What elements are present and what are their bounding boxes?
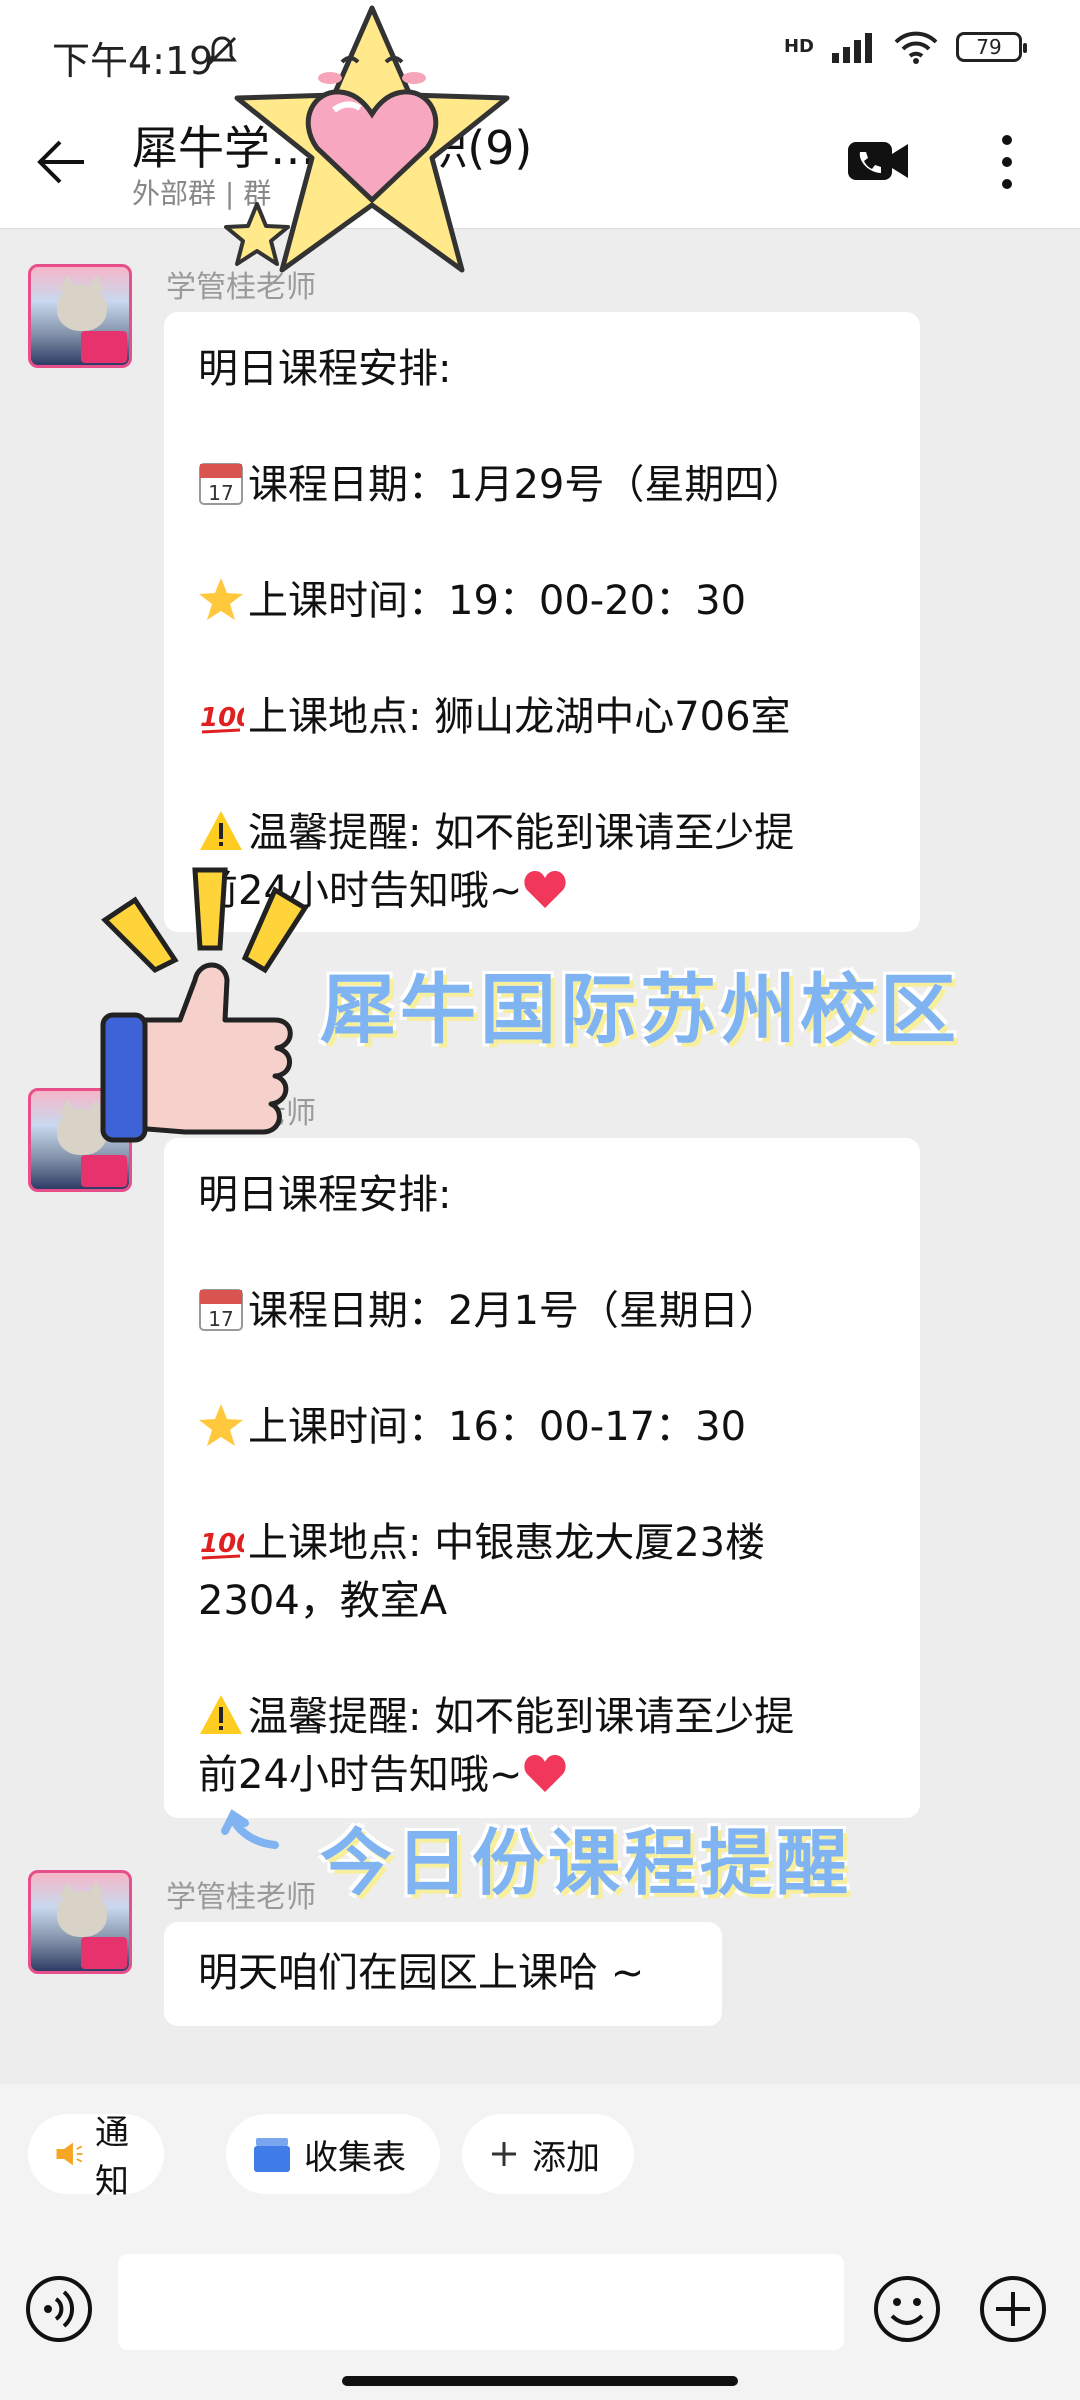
emoji-icon[interactable] xyxy=(872,2274,942,2344)
network-type: HD xyxy=(783,36,814,57)
voice-input-icon[interactable] xyxy=(24,2274,94,2344)
avatar[interactable] xyxy=(28,264,132,368)
avatar[interactable] xyxy=(28,1870,132,1974)
message-line: 明日课程安排: xyxy=(198,346,452,392)
message-line: 温馨提醒: 如不能到课请至少提 xyxy=(198,1688,886,1746)
add-label: 添加 xyxy=(532,2137,600,2178)
add-button[interactable]: 添加 xyxy=(462,2114,634,2194)
form-stack-icon xyxy=(254,2138,290,2172)
more-actions-plus-icon[interactable] xyxy=(978,2274,1048,2344)
svg-text:100: 100 xyxy=(200,1529,244,1559)
message-line: 100上课地点: 中银惠龙大厦23楼 xyxy=(200,1520,766,1566)
heart-icon xyxy=(524,871,567,908)
message-input[interactable] xyxy=(118,2254,844,2350)
message-line: 明日课程安排: xyxy=(198,1172,452,1218)
collect-form-label: 收集表 xyxy=(304,2137,406,2178)
warning-icon xyxy=(200,1695,242,1734)
status-bar: 下午4:19 HD 79 xyxy=(0,0,1080,110)
campus-overlay-text: 犀牛国际苏州校区 xyxy=(320,965,960,1054)
small-star-sticker xyxy=(224,202,290,266)
video-call-icon[interactable] xyxy=(848,140,908,182)
notice-button[interactable]: 通知 xyxy=(28,2113,164,2202)
message-line: 17 课程日期：2月1号（星期日） xyxy=(198,1282,886,1340)
message-line: 明天咱们在园区上课哈 ~ xyxy=(198,1950,645,1996)
warning-icon xyxy=(200,811,242,850)
collect-form-button[interactable]: 收集表 xyxy=(226,2114,440,2194)
star-icon xyxy=(199,1404,243,1446)
message-line: 100上课地点: 狮山龙湖中心706室 xyxy=(200,694,791,740)
calendar-icon: 17 xyxy=(199,463,243,505)
message-line: 温馨提醒: 如不能到课请至少提 xyxy=(198,804,886,862)
signal-icon xyxy=(832,33,872,63)
thumbs-up-sticker xyxy=(100,867,309,1143)
chat-header: 犀牛学…AP微积(9) 外部群 | 群 xyxy=(0,110,1080,229)
message-bubble[interactable]: 明日课程安排: 17 课程日期：2月1号（星期日） 上课时间：16：00-17：3… xyxy=(164,1138,920,1818)
calendar-icon: 17 xyxy=(199,1289,243,1331)
hundred-points-icon: 100 xyxy=(200,1529,244,1560)
reminder-overlay-text: 今日份课程提醒 xyxy=(320,1821,853,1905)
home-indicator[interactable] xyxy=(342,2376,738,2386)
message-line: 2304，教室A xyxy=(198,1578,448,1624)
battery-indicator: 79 xyxy=(956,32,1027,62)
svg-text:17: 17 xyxy=(208,481,233,505)
status-time: 下午4:19 xyxy=(52,39,214,83)
star-icon xyxy=(199,578,243,620)
message-line: 上课时间：19：00-20：30 xyxy=(198,572,886,630)
more-options-icon[interactable] xyxy=(992,130,1022,194)
status-indicators: HD 79 xyxy=(783,30,1027,64)
message-line: 上课时间：16：00-17：30 xyxy=(198,1398,886,1456)
megaphone-icon xyxy=(56,2142,83,2166)
message-bubble[interactable]: 明日课程安排: 17 课程日期：1月29号（星期四） 上课时间：19：00-20：… xyxy=(164,312,920,932)
svg-text:17: 17 xyxy=(208,1307,233,1331)
wifi-icon xyxy=(894,31,938,64)
back-arrow-icon[interactable] xyxy=(32,132,92,192)
heart-icon xyxy=(524,1755,567,1792)
sender-name: 学管桂老师 xyxy=(166,1880,316,1915)
plus-small-icon xyxy=(492,2142,516,2166)
chat-toolbar: 通知 收集表 添加 xyxy=(0,2084,1080,2234)
message-line: 17 课程日期：1月29号（星期四） xyxy=(198,456,886,514)
message-bubble[interactable]: 明天咱们在园区上课哈 ~ xyxy=(164,1922,722,2026)
svg-text:100: 100 xyxy=(200,703,244,733)
message-line: 前24小时告知哦~ xyxy=(198,1746,886,1804)
arrow-stroke-sticker xyxy=(221,1809,279,1849)
hundred-points-icon: 100 xyxy=(200,703,244,734)
input-bar xyxy=(0,2234,1080,2400)
notice-label: 通知 xyxy=(95,2113,130,2202)
